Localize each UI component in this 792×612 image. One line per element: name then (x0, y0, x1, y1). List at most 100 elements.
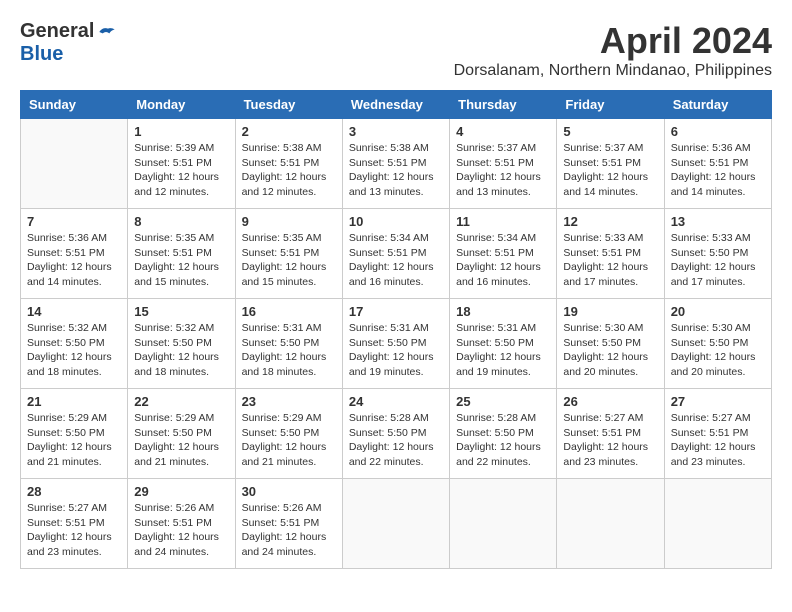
calendar-table: SundayMondayTuesdayWednesdayThursdayFrid… (20, 90, 772, 569)
day-number: 11 (456, 214, 550, 229)
logo-bird-icon (96, 22, 116, 42)
day-info: Sunrise: 5:38 AMSunset: 5:51 PMDaylight:… (242, 141, 336, 200)
calendar-cell: 14 Sunrise: 5:32 AMSunset: 5:50 PMDayligh… (21, 299, 128, 389)
week-row-4: 21 Sunrise: 5:29 AMSunset: 5:50 PMDayligh… (21, 389, 772, 479)
calendar-cell: 2 Sunrise: 5:38 AMSunset: 5:51 PMDaylight… (235, 119, 342, 209)
location-title: Dorsalanam, Northern Mindanao, Philippin… (454, 62, 772, 80)
calendar-cell: 28 Sunrise: 5:27 AMSunset: 5:51 PMDayligh… (21, 479, 128, 569)
day-info: Sunrise: 5:34 AMSunset: 5:51 PMDaylight:… (456, 231, 550, 290)
day-number: 25 (456, 394, 550, 409)
day-info: Sunrise: 5:33 AMSunset: 5:51 PMDaylight:… (563, 231, 657, 290)
day-info: Sunrise: 5:37 AMSunset: 5:51 PMDaylight:… (456, 141, 550, 200)
day-info: Sunrise: 5:30 AMSunset: 5:50 PMDaylight:… (671, 321, 765, 380)
day-info: Sunrise: 5:29 AMSunset: 5:50 PMDaylight:… (242, 411, 336, 470)
day-info: Sunrise: 5:35 AMSunset: 5:51 PMDaylight:… (242, 231, 336, 290)
day-number: 23 (242, 394, 336, 409)
day-info: Sunrise: 5:39 AMSunset: 5:51 PMDaylight:… (134, 141, 228, 200)
calendar-cell: 5 Sunrise: 5:37 AMSunset: 5:51 PMDaylight… (557, 119, 664, 209)
weekday-header-monday: Monday (128, 91, 235, 119)
day-number: 26 (563, 394, 657, 409)
calendar-cell: 3 Sunrise: 5:38 AMSunset: 5:51 PMDaylight… (342, 119, 449, 209)
day-info: Sunrise: 5:28 AMSunset: 5:50 PMDaylight:… (456, 411, 550, 470)
weekday-header-sunday: Sunday (21, 91, 128, 119)
calendar-cell (342, 479, 449, 569)
day-number: 10 (349, 214, 443, 229)
day-number: 3 (349, 124, 443, 139)
calendar-cell: 16 Sunrise: 5:31 AMSunset: 5:50 PMDayligh… (235, 299, 342, 389)
day-number: 20 (671, 304, 765, 319)
day-number: 19 (563, 304, 657, 319)
day-number: 2 (242, 124, 336, 139)
day-number: 21 (27, 394, 121, 409)
calendar-cell: 30Sunrise: 5:26 AMSunset: 5:51 PMDayligh… (235, 479, 342, 569)
day-info: Sunrise: 5:32 AMSunset: 5:50 PMDaylight:… (27, 321, 121, 380)
day-number: 5 (563, 124, 657, 139)
calendar-cell: 25 Sunrise: 5:28 AMSunset: 5:50 PMDayligh… (450, 389, 557, 479)
day-number: 18 (456, 304, 550, 319)
calendar-cell: 19 Sunrise: 5:30 AMSunset: 5:50 PMDayligh… (557, 299, 664, 389)
day-info: Sunrise: 5:32 AMSunset: 5:50 PMDaylight:… (134, 321, 228, 380)
day-number: 22 (134, 394, 228, 409)
day-number: 30 (242, 484, 336, 499)
day-info: Sunrise: 5:27 AMSunset: 5:51 PMDaylight:… (671, 411, 765, 470)
day-info: Sunrise: 5:31 AMSunset: 5:50 PMDaylight:… (456, 321, 550, 380)
calendar-cell: 17Sunrise: 5:31 AMSunset: 5:50 PMDayligh… (342, 299, 449, 389)
day-number: 12 (563, 214, 657, 229)
day-info: Sunrise: 5:37 AMSunset: 5:51 PMDaylight:… (563, 141, 657, 200)
calendar-cell: 24 Sunrise: 5:28 AMSunset: 5:50 PMDayligh… (342, 389, 449, 479)
day-number: 4 (456, 124, 550, 139)
calendar-cell (450, 479, 557, 569)
day-number: 24 (349, 394, 443, 409)
day-number: 16 (242, 304, 336, 319)
month-title: April 2024 (454, 20, 772, 62)
day-number: 1 (134, 124, 228, 139)
logo-general-text: General (20, 20, 94, 43)
calendar-cell: 20 Sunrise: 5:30 AMSunset: 5:50 PMDayligh… (664, 299, 771, 389)
week-row-3: 14 Sunrise: 5:32 AMSunset: 5:50 PMDayligh… (21, 299, 772, 389)
day-info: Sunrise: 5:33 AMSunset: 5:50 PMDaylight:… (671, 231, 765, 290)
weekday-header-tuesday: Tuesday (235, 91, 342, 119)
day-info: Sunrise: 5:31 AMSunset: 5:50 PMDaylight:… (242, 321, 336, 380)
day-number: 8 (134, 214, 228, 229)
week-row-5: 28 Sunrise: 5:27 AMSunset: 5:51 PMDayligh… (21, 479, 772, 569)
calendar-cell: 13Sunrise: 5:33 AMSunset: 5:50 PMDayligh… (664, 209, 771, 299)
day-number: 6 (671, 124, 765, 139)
calendar-cell: 29Sunrise: 5:26 AMSunset: 5:51 PMDayligh… (128, 479, 235, 569)
calendar-cell: 15Sunrise: 5:32 AMSunset: 5:50 PMDayligh… (128, 299, 235, 389)
title-area: April 2024 Dorsalanam, Northern Mindanao… (454, 20, 772, 80)
calendar-cell: 7 Sunrise: 5:36 AMSunset: 5:51 PMDaylight… (21, 209, 128, 299)
calendar-cell: 21 Sunrise: 5:29 AMSunset: 5:50 PMDayligh… (21, 389, 128, 479)
calendar-cell: 12 Sunrise: 5:33 AMSunset: 5:51 PMDayligh… (557, 209, 664, 299)
logo-blue-text: Blue (20, 43, 63, 66)
calendar-cell: 4 Sunrise: 5:37 AMSunset: 5:51 PMDaylight… (450, 119, 557, 209)
day-number: 9 (242, 214, 336, 229)
calendar-cell: 18 Sunrise: 5:31 AMSunset: 5:50 PMDayligh… (450, 299, 557, 389)
week-row-2: 7 Sunrise: 5:36 AMSunset: 5:51 PMDaylight… (21, 209, 772, 299)
page-header: General Blue April 2024 Dorsalanam, Nort… (20, 20, 772, 80)
calendar-cell: 11 Sunrise: 5:34 AMSunset: 5:51 PMDayligh… (450, 209, 557, 299)
day-info: Sunrise: 5:35 AMSunset: 5:51 PMDaylight:… (134, 231, 228, 290)
calendar-cell: 6 Sunrise: 5:36 AMSunset: 5:51 PMDaylight… (664, 119, 771, 209)
day-info: Sunrise: 5:28 AMSunset: 5:50 PMDaylight:… (349, 411, 443, 470)
calendar-cell (21, 119, 128, 209)
day-number: 14 (27, 304, 121, 319)
day-info: Sunrise: 5:27 AMSunset: 5:51 PMDaylight:… (27, 501, 121, 560)
day-info: Sunrise: 5:34 AMSunset: 5:51 PMDaylight:… (349, 231, 443, 290)
day-number: 7 (27, 214, 121, 229)
day-info: Sunrise: 5:36 AMSunset: 5:51 PMDaylight:… (671, 141, 765, 200)
calendar-cell: 10 Sunrise: 5:34 AMSunset: 5:51 PMDayligh… (342, 209, 449, 299)
day-number: 28 (27, 484, 121, 499)
weekday-header-row: SundayMondayTuesdayWednesdayThursdayFrid… (21, 91, 772, 119)
calendar-cell: 9 Sunrise: 5:35 AMSunset: 5:51 PMDaylight… (235, 209, 342, 299)
day-info: Sunrise: 5:27 AMSunset: 5:51 PMDaylight:… (563, 411, 657, 470)
calendar-cell: 8 Sunrise: 5:35 AMSunset: 5:51 PMDaylight… (128, 209, 235, 299)
day-info: Sunrise: 5:31 AMSunset: 5:50 PMDaylight:… (349, 321, 443, 380)
day-info: Sunrise: 5:36 AMSunset: 5:51 PMDaylight:… (27, 231, 121, 290)
weekday-header-saturday: Saturday (664, 91, 771, 119)
calendar-cell (664, 479, 771, 569)
day-info: Sunrise: 5:30 AMSunset: 5:50 PMDaylight:… (563, 321, 657, 380)
day-info: Sunrise: 5:29 AMSunset: 5:50 PMDaylight:… (27, 411, 121, 470)
weekday-header-thursday: Thursday (450, 91, 557, 119)
day-info: Sunrise: 5:38 AMSunset: 5:51 PMDaylight:… (349, 141, 443, 200)
day-info: Sunrise: 5:29 AMSunset: 5:50 PMDaylight:… (134, 411, 228, 470)
